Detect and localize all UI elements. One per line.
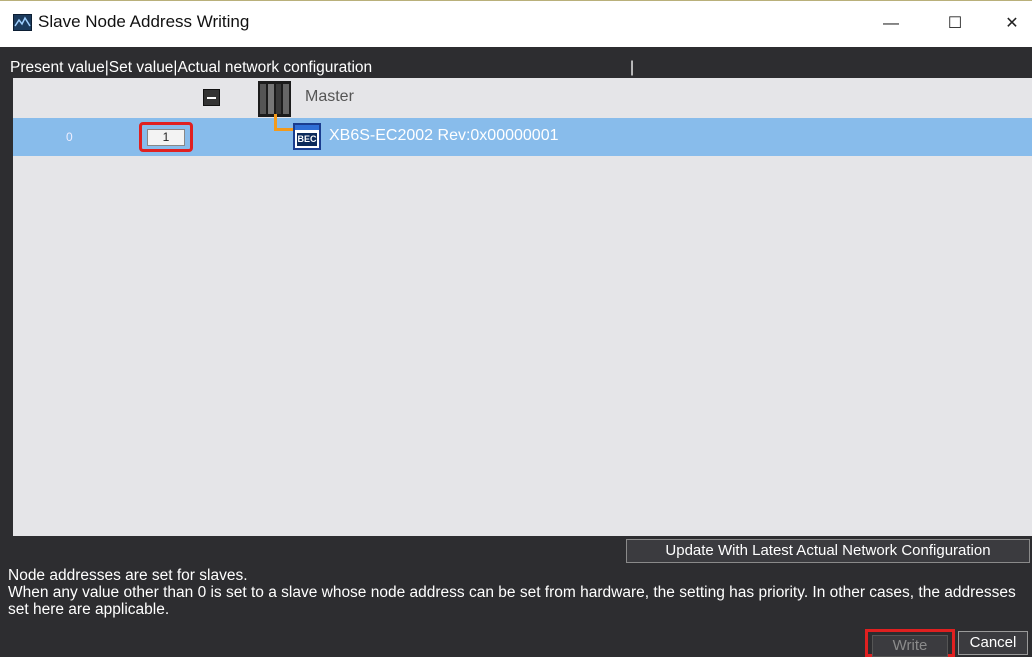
cancel-button[interactable]: Cancel xyxy=(958,631,1028,655)
table-header: Present value|Set value|Actual network c… xyxy=(10,58,1032,78)
collapse-icon[interactable] xyxy=(203,89,220,106)
dialog-content: Present value|Set value|Actual network c… xyxy=(0,47,1032,657)
info-line-1: Node addresses are set for slaves. xyxy=(8,567,248,584)
slave-row[interactable]: 0 1 BEC XB6S-EC2002 Rev:0x00000001 xyxy=(13,114,1032,156)
slave-icon-stripe xyxy=(295,125,319,130)
set-value-input[interactable]: 1 xyxy=(147,129,185,146)
set-value-highlight: 1 xyxy=(139,122,193,152)
slave-device-icon: BEC xyxy=(293,123,321,150)
update-configuration-button[interactable]: Update With Latest Actual Network Config… xyxy=(626,539,1030,563)
info-line-2: When any value other than 0 is set to a … xyxy=(8,584,1016,618)
maximize-button[interactable]: ☐ xyxy=(943,13,967,35)
window-title: Slave Node Address Writing xyxy=(38,12,250,31)
minimize-button[interactable]: — xyxy=(879,13,903,35)
info-text: Node addresses are set for slaves. When … xyxy=(8,567,1032,618)
master-row[interactable]: Master xyxy=(13,78,1032,118)
write-button[interactable]: Write xyxy=(872,635,948,657)
master-label: Master xyxy=(305,88,354,105)
app-icon xyxy=(13,14,32,31)
close-button[interactable]: ✕ xyxy=(1000,13,1024,35)
slave-icon-text: BEC xyxy=(297,133,317,146)
master-device-icon xyxy=(258,81,291,117)
network-grid: Master 0 1 BEC XB6S-EC2002 Rev:0x0000000… xyxy=(10,78,1032,536)
present-value: 0 xyxy=(66,130,73,144)
table-header-label: Present value|Set value|Actual network c… xyxy=(10,59,373,76)
title-bar: Slave Node Address Writing — ☐ ✕ xyxy=(0,0,1032,47)
column-separator[interactable]: | xyxy=(630,58,634,78)
slave-label: XB6S-EC2002 Rev:0x00000001 xyxy=(329,127,559,144)
write-button-highlight: Write xyxy=(865,629,955,657)
